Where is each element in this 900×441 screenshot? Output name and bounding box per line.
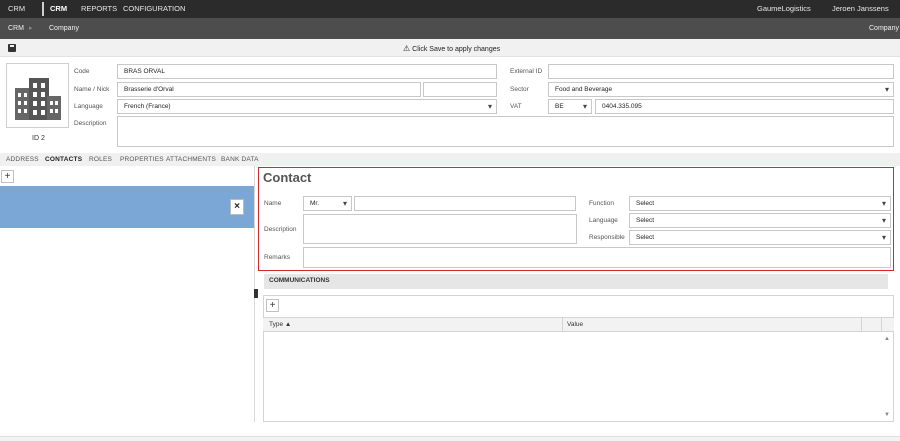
column-value-header[interactable]: Value: [567, 321, 583, 328]
sector-label: Sector: [510, 86, 529, 93]
column-divider[interactable]: [881, 318, 882, 332]
responsible-select[interactable]: Select: [629, 230, 891, 245]
building-icon: [15, 78, 61, 120]
footer-bar: [0, 436, 900, 441]
nav-company-switcher[interactable]: GaumeLogistics: [757, 4, 811, 13]
tab-roles[interactable]: ROLES: [89, 156, 112, 163]
contact-language-label: Language: [589, 217, 618, 224]
company-id-label: ID 2: [32, 135, 45, 142]
top-nav: CRM CRM REPORTS CONFIGURATION GaumeLogis…: [0, 0, 900, 18]
nav-reports[interactable]: REPORTS: [81, 4, 117, 13]
column-type-header[interactable]: Type ▲: [269, 321, 291, 328]
add-contact-button[interactable]: +: [1, 170, 14, 183]
contact-language-select[interactable]: Select: [629, 213, 891, 228]
nav-separator: [42, 2, 44, 16]
nav-crm-home[interactable]: CRM: [8, 4, 25, 13]
contact-name-label: Name: [264, 200, 282, 207]
add-communication-button[interactable]: +: [266, 299, 279, 312]
save-icon[interactable]: [8, 44, 16, 52]
detail-tabs: ADDRESS CONTACTS ROLES PROPERTIES ATTACH…: [0, 153, 900, 166]
language-label: Language: [74, 103, 103, 110]
save-message: ⚠ Click Save to apply changes: [403, 44, 500, 53]
sector-select[interactable]: Food and Beverage: [548, 82, 894, 97]
responsible-label: Responsible: [589, 234, 625, 241]
vat-label: VAT: [510, 103, 522, 110]
nav-configuration[interactable]: CONFIGURATION: [123, 4, 185, 13]
scroll-down-icon[interactable]: ▼: [884, 412, 890, 418]
nav-crm[interactable]: CRM: [50, 4, 67, 13]
pane-splitter-handle[interactable]: [254, 289, 258, 298]
communications-title: COMMUNICATIONS: [269, 277, 330, 284]
code-label: Code: [74, 68, 90, 75]
salutation-select[interactable]: Mr.: [303, 196, 352, 211]
description-field[interactable]: [117, 116, 894, 147]
contact-title: Contact: [263, 170, 312, 185]
contact-name-field[interactable]: [354, 196, 576, 211]
external-id-field[interactable]: [548, 64, 894, 79]
warning-icon: ⚠: [403, 44, 411, 53]
name-field[interactable]: Brasserie d'Orval: [117, 82, 421, 97]
contact-description-field[interactable]: [303, 214, 577, 244]
save-message-text: Click Save to apply changes: [412, 46, 501, 53]
communications-grid: [263, 295, 894, 422]
breadcrumb: CRM ▸ Company Company: [0, 18, 900, 39]
external-id-label: External ID: [510, 68, 543, 75]
communications-grid-header: Type ▲ Value: [263, 317, 894, 332]
contact-description-label: Description: [264, 226, 297, 233]
name-label: Name / Nick: [74, 86, 110, 93]
chevron-right-icon: ▸: [29, 25, 33, 32]
tab-properties[interactable]: PROPERTIES: [120, 156, 164, 163]
description-label: Description: [74, 120, 107, 127]
breadcrumb-company[interactable]: Company: [49, 25, 79, 32]
breadcrumb-right-company[interactable]: Company: [869, 25, 899, 32]
remarks-field[interactable]: [303, 247, 891, 268]
code-field[interactable]: BRAS ORVAL: [117, 64, 497, 79]
breadcrumb-crm[interactable]: CRM: [8, 25, 24, 32]
function-select[interactable]: Select: [629, 196, 891, 211]
company-avatar[interactable]: [6, 63, 69, 128]
communications-header: COMMUNICATIONS: [264, 274, 888, 289]
tab-address[interactable]: ADDRESS: [6, 156, 39, 163]
column-divider[interactable]: [861, 318, 862, 332]
tab-attachments[interactable]: ATTACHMENTS: [166, 156, 216, 163]
save-bar: ⚠ Click Save to apply changes: [0, 39, 900, 57]
remarks-label: Remarks: [264, 254, 291, 261]
tab-bank-data[interactable]: BANK DATA: [221, 156, 259, 163]
vat-number-field[interactable]: 0404.335.095: [595, 99, 894, 114]
nav-user[interactable]: Jeroen Janssens: [832, 4, 889, 13]
column-divider[interactable]: [562, 318, 563, 332]
function-label: Function: [589, 200, 614, 207]
scroll-up-icon[interactable]: ▲: [884, 336, 890, 342]
close-icon[interactable]: ×: [230, 199, 244, 215]
nick-field[interactable]: [423, 82, 497, 97]
contact-list-item-selected[interactable]: [0, 186, 254, 228]
tab-contacts[interactable]: CONTACTS: [45, 156, 82, 163]
vat-country-select[interactable]: BE: [548, 99, 592, 114]
language-select[interactable]: French (France): [117, 99, 497, 114]
